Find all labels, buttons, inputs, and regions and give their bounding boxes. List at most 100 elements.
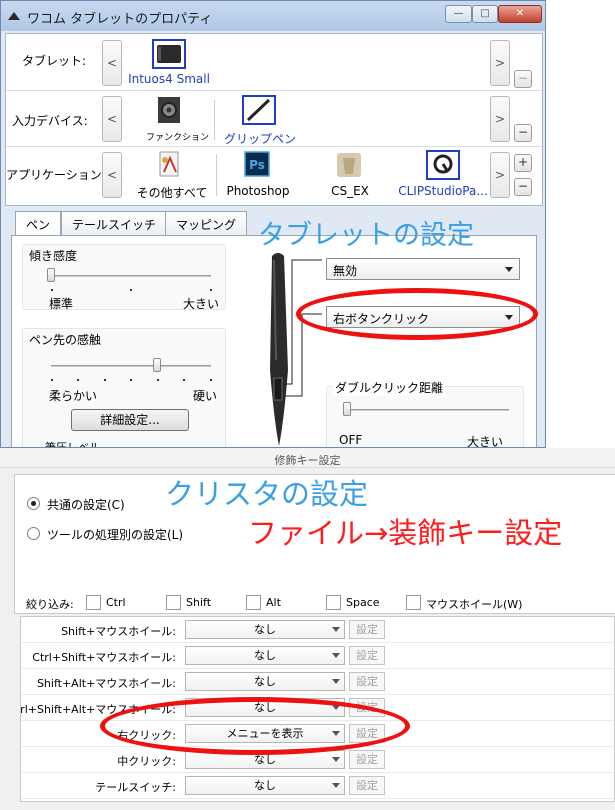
grip-pen-icon[interactable] [242,95,276,125]
app-scroll-left[interactable]: < [102,152,122,198]
radio-per-tool-label[interactable]: ツールの処理別の設定(L) [47,526,183,543]
input-scroll-right[interactable]: > [490,96,510,142]
row-action-select[interactable]: なし [185,646,345,665]
grip-pen-label[interactable]: グリップペン [218,130,302,147]
application-row-label: アプリケーション: [6,168,106,182]
chevron-down-icon [332,653,340,658]
row-key-label: テールスイッチ: [95,781,176,794]
filter-ctrl-label[interactable]: Ctrl [106,596,126,609]
row-settings-button[interactable]: 設定 [349,672,385,691]
input-scroll-left[interactable]: < [102,96,122,142]
filter-ctrl-checkbox[interactable] [86,595,101,610]
maximize-button[interactable]: □ [472,5,498,23]
double-click-slider[interactable] [343,402,351,416]
table-row: Ctrl+Shift+マウスホイール: なし 設定 [21,643,614,669]
tab-pen[interactable]: ペン [15,211,62,237]
double-click-track [347,409,509,411]
chevron-down-icon [332,679,340,684]
double-click-min-label: OFF [339,433,363,447]
tablet-item-label[interactable]: Intuos4 Small [128,72,210,86]
row-settings-button[interactable]: 設定 [349,620,385,639]
tick [51,289,53,291]
tablet-icon[interactable] [152,39,186,69]
radio-per-tool-settings[interactable] [27,527,40,540]
tablet-scroll-left[interactable]: < [102,40,122,86]
function-keys-label[interactable]: ファンクション [146,130,209,143]
tick [130,379,132,381]
pressure-level-label: 筆圧レベル [45,441,100,448]
filter-shift-checkbox[interactable] [166,595,181,610]
tick [130,289,132,291]
device-selection-panel: タブレット: < Intuos4 Small > − 入力デバイス: < ファン… [5,33,543,206]
highlight-ellipse-right-button [296,288,538,340]
filter-shift-label[interactable]: Shift [186,596,211,609]
close-button[interactable]: ✕ [498,5,542,23]
tip-feel-title: ペン先の感触 [29,333,102,347]
row-settings-button[interactable]: 設定 [349,750,385,769]
radio-common-label[interactable]: 共通の設定(C) [47,496,125,513]
cs-ex-label[interactable]: CS_EX [322,184,378,198]
app-add-button[interactable]: + [514,154,532,172]
row-action-select[interactable]: なし [185,672,345,691]
clip-studio-icon[interactable] [426,150,460,180]
tilt-slider[interactable] [47,268,55,282]
app-scroll-right[interactable]: > [490,152,510,198]
chevron-down-icon [332,783,340,788]
radio-common-settings[interactable] [27,497,40,510]
photoshop-icon[interactable]: Ps [240,150,274,180]
chevron-down-icon [332,757,340,762]
cs-ex-icon[interactable] [332,150,366,180]
row-action-select[interactable]: なし [185,620,345,639]
grip-pen-illustration [270,253,322,446]
chevron-down-icon [505,267,513,272]
filter-alt-label[interactable]: Alt [266,596,281,609]
wacom-app-icon [8,12,20,20]
app-remove-button[interactable]: − [514,178,532,196]
filter-space-checkbox[interactable] [326,595,341,610]
tablet-row-label: タブレット: [22,54,87,68]
row-action-value: なし [254,779,276,792]
row-settings-button[interactable]: 設定 [349,646,385,665]
input-remove-button[interactable]: − [514,124,532,142]
tab-tail-switch[interactable]: テールスイッチ [61,211,168,235]
highlight-ellipse-right-click [100,697,410,755]
photoshop-label[interactable]: Photoshop [222,184,294,198]
row-settings-button[interactable]: 設定 [349,776,385,795]
tip-feel-max-label: 硬い [193,389,218,403]
details-button[interactable]: 詳細設定... [71,409,189,431]
tip-feel-slider[interactable] [152,358,161,372]
function-keys-icon[interactable] [152,95,186,125]
all-apps-label[interactable]: その他すべて [132,184,212,201]
upper-side-button-select[interactable]: 無効 [326,258,520,280]
row-action-select[interactable]: なし [185,776,345,795]
tablet-remove-button[interactable]: − [514,70,532,88]
tab-mapping[interactable]: マッピング [165,211,248,235]
tick [183,379,185,381]
double-click-distance-group: ダブルクリック距離 OFF 大きい [326,379,524,447]
window-title: ワコム タブレットのプロパティ [27,12,213,27]
clip-studio-label[interactable]: CLIPStudioPa... [392,184,494,198]
table-row: Shift+マウスホイール: なし 設定 [21,617,614,643]
title-bar: 修飾キー設定 [0,448,615,468]
table-row: Shift+Alt+マウスホイール: なし 設定 [21,669,614,695]
row-key-label: Shift+マウスホイール: [61,625,176,638]
tablet-settings-annotation: タブレットの設定 [258,220,474,251]
tablet-scroll-right[interactable]: > [490,40,510,86]
tip-feel-min-label: 柔らかい [49,389,98,403]
filter-mouse-wheel-label[interactable]: マウスホイール(W) [426,596,522,612]
tick [51,379,53,381]
title-bar: ワコム タブレットのプロパティ — □ ✕ [1,1,545,31]
radio-selected-dot [31,501,36,506]
tip-feel-group: ペン先の感触 柔らかい 硬い 詳細設定... 筆圧レベル [22,328,226,448]
row-action-value: なし [254,649,276,662]
minimize-button[interactable]: — [445,5,472,23]
filter-alt-checkbox[interactable] [246,595,261,610]
filter-mouse-wheel-checkbox[interactable] [406,595,421,610]
filter-space-label[interactable]: Space [346,596,380,609]
tick [157,379,159,381]
tilt-title: 傾き感度 [29,249,78,263]
filter-label: 絞り込み: [26,598,74,611]
tick [104,379,106,381]
all-apps-icon[interactable] [152,150,186,180]
tick [210,379,212,381]
